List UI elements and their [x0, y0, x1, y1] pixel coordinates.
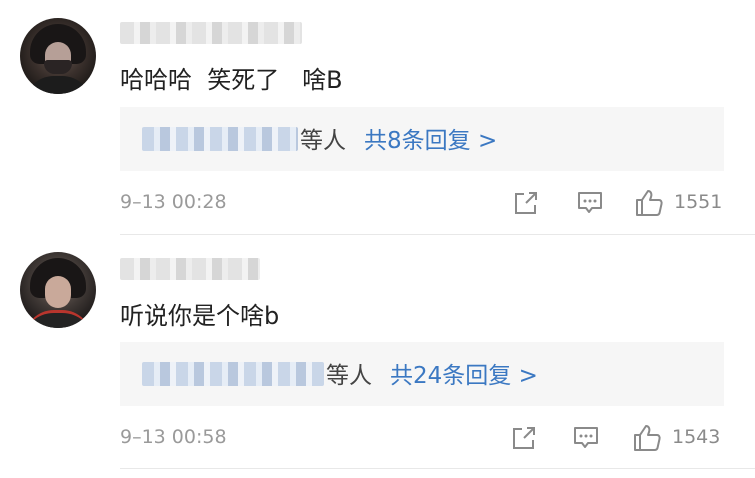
- username-blurred[interactable]: [120, 22, 302, 44]
- comment-time: 9–13 00:58: [120, 426, 227, 448]
- divider: [120, 468, 755, 469]
- avatar[interactable]: [20, 252, 96, 328]
- reply-names-suffix: 等人: [300, 128, 346, 154]
- comment-text: 哈哈哈 笑死了 啥B: [120, 66, 343, 94]
- divider: [120, 234, 755, 235]
- avatar[interactable]: [20, 18, 96, 94]
- thumbs-up-icon[interactable]: [632, 423, 662, 453]
- username-blurred[interactable]: [120, 258, 260, 280]
- comment-text: 听说你是个啥b: [120, 302, 280, 330]
- thumbs-up-icon[interactable]: [634, 188, 664, 218]
- share-icon[interactable]: [510, 424, 538, 452]
- reply-preview[interactable]: 等人 共24条回复 >: [120, 342, 724, 406]
- comment-icon[interactable]: [576, 189, 604, 217]
- reply-names-suffix: 等人: [326, 363, 372, 389]
- reply-usernames-blurred: [142, 362, 324, 386]
- like-count: 1551: [674, 191, 723, 213]
- view-replies-link[interactable]: 共8条回复 >: [364, 121, 497, 155]
- reply-usernames-blurred: [142, 127, 298, 151]
- comment-icon[interactable]: [572, 424, 600, 452]
- comment-time: 9–13 00:28: [120, 191, 227, 213]
- reply-preview[interactable]: 等人 共8条回复 >: [120, 107, 724, 171]
- view-replies-link[interactable]: 共24条回复 >: [390, 356, 538, 390]
- share-icon[interactable]: [512, 189, 540, 217]
- like-count: 1543: [672, 426, 721, 448]
